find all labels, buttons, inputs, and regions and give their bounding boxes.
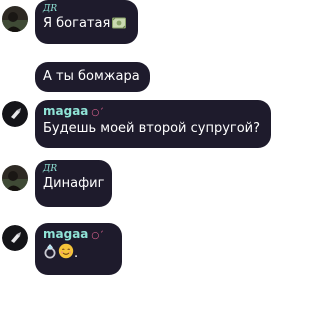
message-bubble-1[interactable]: ДR Я богатая [35,0,138,44]
author-badge: ○ˊ [91,108,104,118]
message-bubble-3[interactable]: magaa ○ˊ Будешь моей второй супругой? [35,100,271,148]
smiling-face-icon [58,243,74,265]
message-bubble-5[interactable]: magaa ○ˊ . [35,223,122,275]
author-name[interactable]: magaa ○ˊ [43,227,114,243]
message-text: Я богатая [43,15,130,35]
message-text: А ты бомжара [43,69,140,84]
author-name[interactable]: magaa ○ˊ [43,104,263,120]
avatar-dr[interactable] [2,6,28,32]
avatar-magaa[interactable] [2,101,28,127]
avatar-magaa[interactable] [2,225,28,251]
message-text: Будешь моей второй супругой? [43,121,261,136]
message-text: . [43,243,114,265]
message-bubble-2[interactable]: А ты бомжара [35,62,150,92]
message-bubble-4[interactable]: ДR Динафиг [35,160,112,207]
avatar-dr[interactable] [2,165,28,191]
message-text: Динафиг [43,176,105,191]
money-with-wings-icon [112,17,127,35]
author-badge: ○ˊ [91,231,104,241]
author-name[interactable]: ДR [43,4,130,15]
author-name[interactable]: ДR [43,164,104,175]
ring-icon [43,243,57,265]
